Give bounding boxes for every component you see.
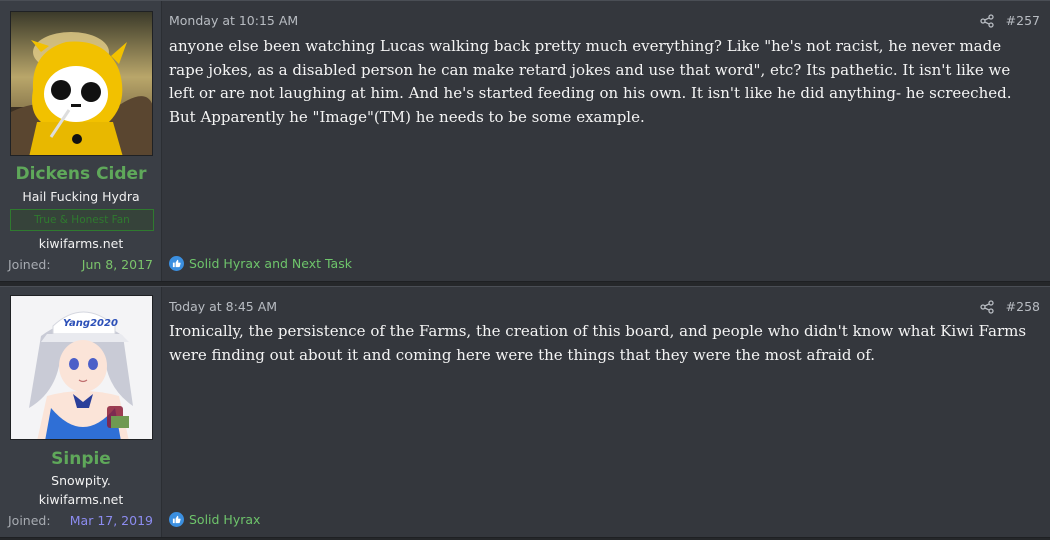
username[interactable]: Sinpie [0,449,162,469]
avatar-image [11,12,152,155]
post-257: Dickens Cider Hail Fucking Hydra True & … [0,0,1050,282]
post-message: anyone else been watching Lucas walking … [169,37,1012,126]
post-content: Monday at 10:15 AM #257 anyone else been… [162,1,1050,281]
user-title: Hail Fucking Hydra [22,189,140,204]
thumbs-up-icon [169,256,184,271]
joined-date: Jun 8, 2017 [81,257,153,272]
cap-text: Yang2020 [63,318,118,329]
user-cell: Dickens Cider Hail Fucking Hydra True & … [0,1,162,281]
joined-row: Joined: Mar 17, 2019 [8,513,153,528]
user-title: Snowpity. [51,473,111,488]
post-message: Ironically, the persistence of the Farms… [169,322,1027,364]
username[interactable]: Dickens Cider [0,164,162,184]
post-meta-right: #257 [980,13,1040,28]
reactions-text[interactable]: Solid Hyrax [189,512,260,527]
avatar-image: Yang2020 [11,296,152,439]
post-content: Today at 8:45 AM #258 Ironically, the pe… [162,287,1050,537]
share-icon[interactable] [980,299,994,314]
joined-row: Joined: Jun 8, 2017 [8,257,153,272]
post-time[interactable]: Monday at 10:15 AM [169,13,298,28]
user-banner: True & Honest Fan [10,209,154,231]
user-avatar[interactable]: Yang2020 [10,295,153,440]
reactions-bar[interactable]: Solid Hyrax and Next Task [169,256,352,271]
post-meta-right: #258 [980,299,1040,314]
post-258: Yang2020 Sinpie Snowpity. kiwifarms.net … [0,286,1050,538]
thumbs-up-icon [169,512,184,527]
joined-label: Joined: [8,257,51,272]
post-number[interactable]: #258 [1006,299,1040,314]
reactions-text[interactable]: Solid Hyrax and Next Task [189,256,352,271]
joined-label: Joined: [8,513,51,528]
post-time[interactable]: Today at 8:45 AM [169,299,277,314]
post-number[interactable]: #257 [1006,13,1040,28]
joined-date: Mar 17, 2019 [69,513,153,528]
user-site: kiwifarms.net [38,236,124,251]
user-avatar[interactable] [10,11,153,156]
thread: Dickens Cider Hail Fucking Hydra True & … [0,0,1050,540]
share-icon[interactable] [980,13,994,28]
reactions-bar[interactable]: Solid Hyrax [169,512,260,527]
user-cell: Yang2020 Sinpie Snowpity. kiwifarms.net … [0,287,162,537]
user-site: kiwifarms.net [38,492,124,507]
